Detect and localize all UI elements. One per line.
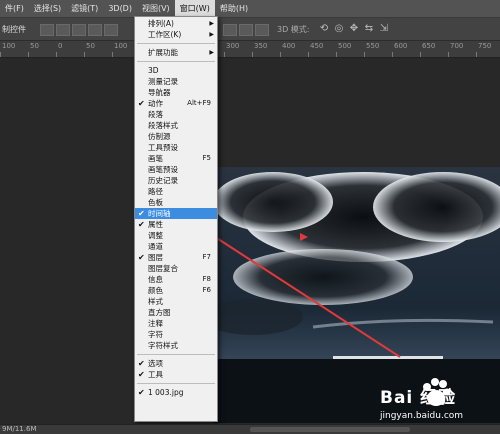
menu-item-label: 测量记录	[148, 77, 178, 86]
checkmark-icon: ✔	[138, 370, 145, 379]
window-menu-item[interactable]: ✔ 1 003.jpg	[135, 387, 217, 398]
window-menu-item[interactable]: 工具预设	[135, 142, 217, 153]
window-menu-item[interactable]: 直方图	[135, 307, 217, 318]
menu-item-label: 扩展功能	[148, 48, 178, 57]
window-menu-dropdown: 排列(A) ▶ 工作区(K) ▶ 扩展功能 ▶ 3D 测量记录 导航器 ✔ 动作 Alt+F9 段落 段落…	[134, 16, 218, 422]
horizontal-scrollbar[interactable]	[250, 427, 410, 432]
menu-item-label: 调整	[148, 231, 163, 240]
menu-item-label: 段落	[148, 110, 163, 119]
window-menu-item[interactable]: 样式	[135, 296, 217, 307]
window-menu-item[interactable]: 字符样式	[135, 340, 217, 351]
menu-separator	[137, 354, 215, 355]
menu-item-shortcut: F6	[202, 286, 211, 294]
window-menu-item[interactable]: 通道	[135, 241, 217, 252]
menu-item-label: 排列(A)	[148, 19, 174, 28]
watermark-url: jingyan.baidu.com	[380, 411, 464, 421]
window-menu-item[interactable]: ✔ 属性	[135, 219, 217, 230]
menu-separator	[137, 383, 215, 384]
submenu-arrow-icon: ▶	[209, 31, 214, 38]
annotation-arrow	[186, 218, 401, 358]
submenu-arrow-icon: ▶	[209, 20, 214, 27]
window-menu-item[interactable]: ✔ 选项	[135, 358, 217, 369]
menu-item-label: 注释	[148, 319, 163, 328]
menu-item-label: 画笔	[148, 154, 163, 163]
window-menu-item[interactable]: 段落样式	[135, 120, 217, 131]
window-menu-item[interactable]: ✔ 动作 Alt+F9	[135, 98, 217, 109]
menu-item-label: 1 003.jpg	[148, 388, 184, 397]
menu-item-label: 历史记录	[148, 176, 178, 185]
menu-item-label: 工具	[148, 370, 163, 379]
menu-item-label: 属性	[148, 220, 163, 229]
menu-item-label: 导航器	[148, 88, 171, 97]
window-menu-item[interactable]: 路径	[135, 186, 217, 197]
menu-item-label: 字符	[148, 330, 163, 339]
menu-item-label: 样式	[148, 297, 163, 306]
window-menu-item[interactable]: ✔ 图层 F7	[135, 252, 217, 263]
menu-item-shortcut: F7	[202, 253, 211, 261]
submenu-arrow-icon: ▶	[209, 49, 214, 56]
menu-item-label: 图层	[148, 253, 163, 262]
window-menu-item[interactable]: 历史记录	[135, 175, 217, 186]
checkmark-icon: ✔	[138, 359, 145, 368]
menu-item-shortcut: Alt+F9	[187, 99, 211, 107]
menu-item-label: 通道	[148, 242, 163, 251]
menu-item-label: 色板	[148, 198, 163, 207]
window-menu-item[interactable]: ✔ 工具	[135, 369, 217, 380]
menu-item-shortcut: F8	[202, 275, 211, 283]
menu-item-label: 工具预设	[148, 143, 178, 152]
checkmark-icon: ✔	[138, 220, 145, 229]
menu-item-label: 选项	[148, 359, 163, 368]
window-menu-item[interactable]: 调整	[135, 230, 217, 241]
window-menu-item[interactable]: 画笔 F5	[135, 153, 217, 164]
window-menu-item[interactable]: 字符	[135, 329, 217, 340]
window-menu-item[interactable]: 导航器	[135, 87, 217, 98]
menu-item-label: 信息	[148, 275, 163, 284]
menu-item-shortcut: F5	[202, 154, 211, 162]
menu-item-label: 直方图	[148, 308, 171, 317]
checkmark-icon: ✔	[138, 99, 145, 108]
window-menu-item[interactable]: 仿制源	[135, 131, 217, 142]
window-menu-item[interactable]: 色板	[135, 197, 217, 208]
menu-item-label: 字符样式	[148, 341, 178, 350]
menu-item-label: 画笔预设	[148, 165, 178, 174]
menu-separator	[137, 43, 215, 44]
menu-item-label: 段落样式	[148, 121, 178, 130]
window-menu-item[interactable]: 注释	[135, 318, 217, 329]
menu-item-label: 仿制源	[148, 132, 171, 141]
menu-item-label: 颜色	[148, 286, 163, 295]
window-menu-item[interactable]: 画笔预设	[135, 164, 217, 175]
window-menu-item[interactable]: 测量记录	[135, 76, 217, 87]
window-menu-item[interactable]: 颜色 F6	[135, 285, 217, 296]
window-menu-item[interactable]: 3D	[135, 65, 217, 76]
window-menu-item[interactable]: ✔ 时间轴	[135, 208, 217, 219]
window-menu-item[interactable]: 扩展功能 ▶	[135, 47, 217, 58]
window-menu-item[interactable]: 排列(A) ▶	[135, 18, 217, 29]
menu-item-label: 路径	[148, 187, 163, 196]
window-menu-item[interactable]: 工作区(K) ▶	[135, 29, 217, 40]
window-menu-item[interactable]: 图层复合	[135, 263, 217, 274]
menu-item-label: 时间轴	[148, 209, 171, 218]
checkmark-icon: ✔	[138, 253, 145, 262]
menu-item-label: 3D	[148, 66, 159, 75]
watermark-brand: Bai 经验	[380, 388, 457, 408]
checkmark-icon: ✔	[138, 209, 145, 218]
menu-separator	[137, 61, 215, 62]
baidu-jingyan-watermark: Bai 经验 jingyan.baidu.com	[380, 375, 498, 425]
menu-item-label: 工作区(K)	[148, 30, 182, 39]
checkmark-icon: ✔	[138, 388, 145, 397]
menu-item-label: 动作	[148, 99, 163, 108]
window-menu-item[interactable]: 段落	[135, 109, 217, 120]
window-menu-item[interactable]: 信息 F8	[135, 274, 217, 285]
menu-item-label: 图层复合	[148, 264, 178, 273]
